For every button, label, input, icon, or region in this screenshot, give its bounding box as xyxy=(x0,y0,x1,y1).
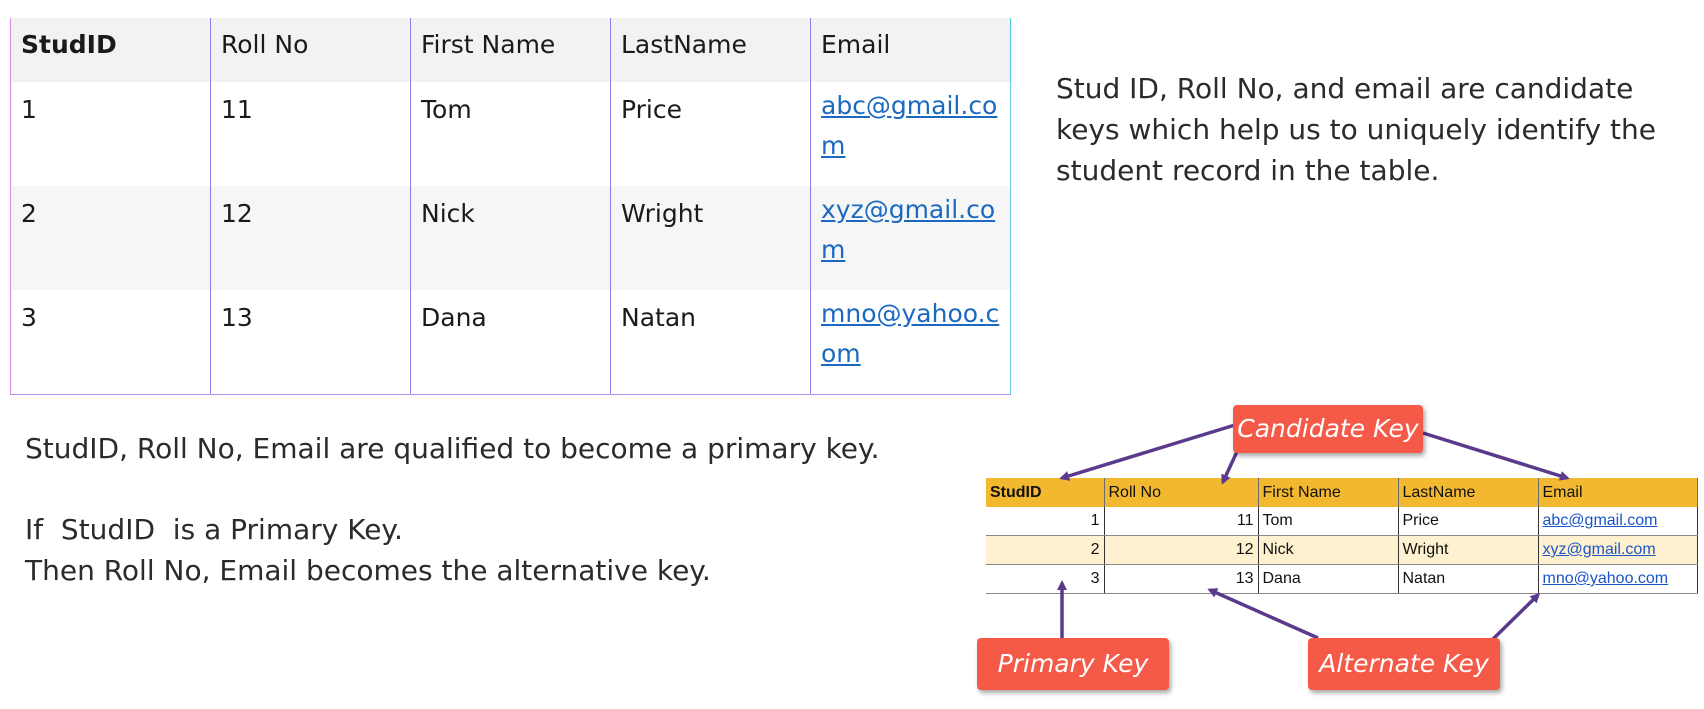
diagram-cell-studid: 2 xyxy=(986,535,1105,565)
diagram-cell-roll-no: 12 xyxy=(1104,535,1259,565)
header-email: Email xyxy=(810,18,1011,82)
email-link[interactable]: abc@gmail.com xyxy=(821,91,997,160)
diagram-cell-last-name: Natan xyxy=(1398,564,1539,594)
email-link[interactable]: xyz@gmail.com xyxy=(821,195,995,264)
cell-studid: 1 xyxy=(10,82,211,186)
candidate-arrow-email xyxy=(1422,431,1570,481)
diagram-header-first-name: First Name xyxy=(1258,478,1399,507)
table-row: 1 11 Tom Price abc@gmail.com xyxy=(10,82,1011,186)
key-diagram-table: StudID Roll No First Name LastName Email… xyxy=(986,478,1698,594)
candidate-key-label: Candidate Key xyxy=(1233,405,1423,453)
qualified-primary-note: StudID, Roll No, Email are qualified to … xyxy=(25,432,880,465)
cell-email: abc@gmail.com xyxy=(810,82,1011,186)
diagram-cell-email[interactable]: mno@yahoo.com xyxy=(1538,564,1698,594)
primary-key-label: Primary Key xyxy=(977,638,1169,690)
diagram-cell-roll-no: 11 xyxy=(1104,507,1259,536)
alternate-arrow-email xyxy=(1488,592,1541,644)
header-studid: StudID xyxy=(10,18,211,82)
diagram-row: 2 12 Nick Wright xyz@gmail.com xyxy=(986,535,1698,565)
diagram-cell-roll-no: 13 xyxy=(1104,564,1259,594)
student-table: StudID Roll No First Name LastName Email… xyxy=(10,18,1011,395)
cell-roll-no: 12 xyxy=(210,186,411,290)
candidate-key-note: Stud ID, Roll No, and email are candidat… xyxy=(1056,72,1656,187)
alternate-key-label: Alternate Key xyxy=(1308,638,1500,690)
cell-last-name: Natan xyxy=(610,290,811,395)
cell-studid: 3 xyxy=(10,290,211,395)
header-roll-no: Roll No xyxy=(210,18,411,82)
diagram-header-row: StudID Roll No First Name LastName Email xyxy=(986,478,1698,507)
primary-note-line-1: If StudID is a Primary Key. xyxy=(25,513,403,546)
diagram-cell-first-name: Nick xyxy=(1258,535,1399,565)
cell-first-name: Nick xyxy=(410,186,611,290)
cell-first-name: Dana xyxy=(410,290,611,395)
email-link[interactable]: mno@yahoo.com xyxy=(821,299,999,368)
primary-key-note: If StudID is a Primary Key. Then Roll No… xyxy=(25,509,925,591)
diagram-cell-studid: 1 xyxy=(986,507,1105,536)
cell-last-name: Price xyxy=(610,82,811,186)
diagram-cell-studid: 3 xyxy=(986,564,1105,594)
cell-first-name: Tom xyxy=(410,82,611,186)
alternate-arrow-roll-no xyxy=(1207,588,1319,640)
diagram-cell-last-name: Wright xyxy=(1398,535,1539,565)
header-first-name: First Name xyxy=(410,18,611,82)
cell-email: mno@yahoo.com xyxy=(810,290,1011,395)
cell-studid: 2 xyxy=(10,186,211,290)
primary-note-line-2: Then Roll No, Email becomes the alternat… xyxy=(25,554,711,587)
table-row: 2 12 Nick Wright xyz@gmail.com xyxy=(10,186,1011,290)
diagram-cell-first-name: Tom xyxy=(1258,507,1399,536)
diagram-cell-email[interactable]: xyz@gmail.com xyxy=(1538,535,1698,565)
cell-last-name: Wright xyxy=(610,186,811,290)
header-last-name: LastName xyxy=(610,18,811,82)
diagram-row: 1 11 Tom Price abc@gmail.com xyxy=(986,507,1698,536)
cell-email: xyz@gmail.com xyxy=(810,186,1011,290)
diagram-header-email: Email xyxy=(1538,478,1698,507)
diagram-header-studid: StudID xyxy=(986,478,1105,507)
diagram-header-last-name: LastName xyxy=(1398,478,1539,507)
table-header-row: StudID Roll No First Name LastName Email xyxy=(10,18,1011,82)
diagram-cell-first-name: Dana xyxy=(1258,564,1399,594)
cell-roll-no: 11 xyxy=(210,82,411,186)
cell-roll-no: 13 xyxy=(210,290,411,395)
table-row: 3 13 Dana Natan mno@yahoo.com xyxy=(10,290,1011,395)
diagram-row: 3 13 Dana Natan mno@yahoo.com xyxy=(986,564,1698,594)
diagram-cell-last-name: Price xyxy=(1398,507,1539,536)
candidate-arrow-studid xyxy=(1059,423,1236,481)
diagram-cell-email[interactable]: abc@gmail.com xyxy=(1538,507,1698,536)
diagram-header-roll-no: Roll No xyxy=(1104,478,1259,507)
